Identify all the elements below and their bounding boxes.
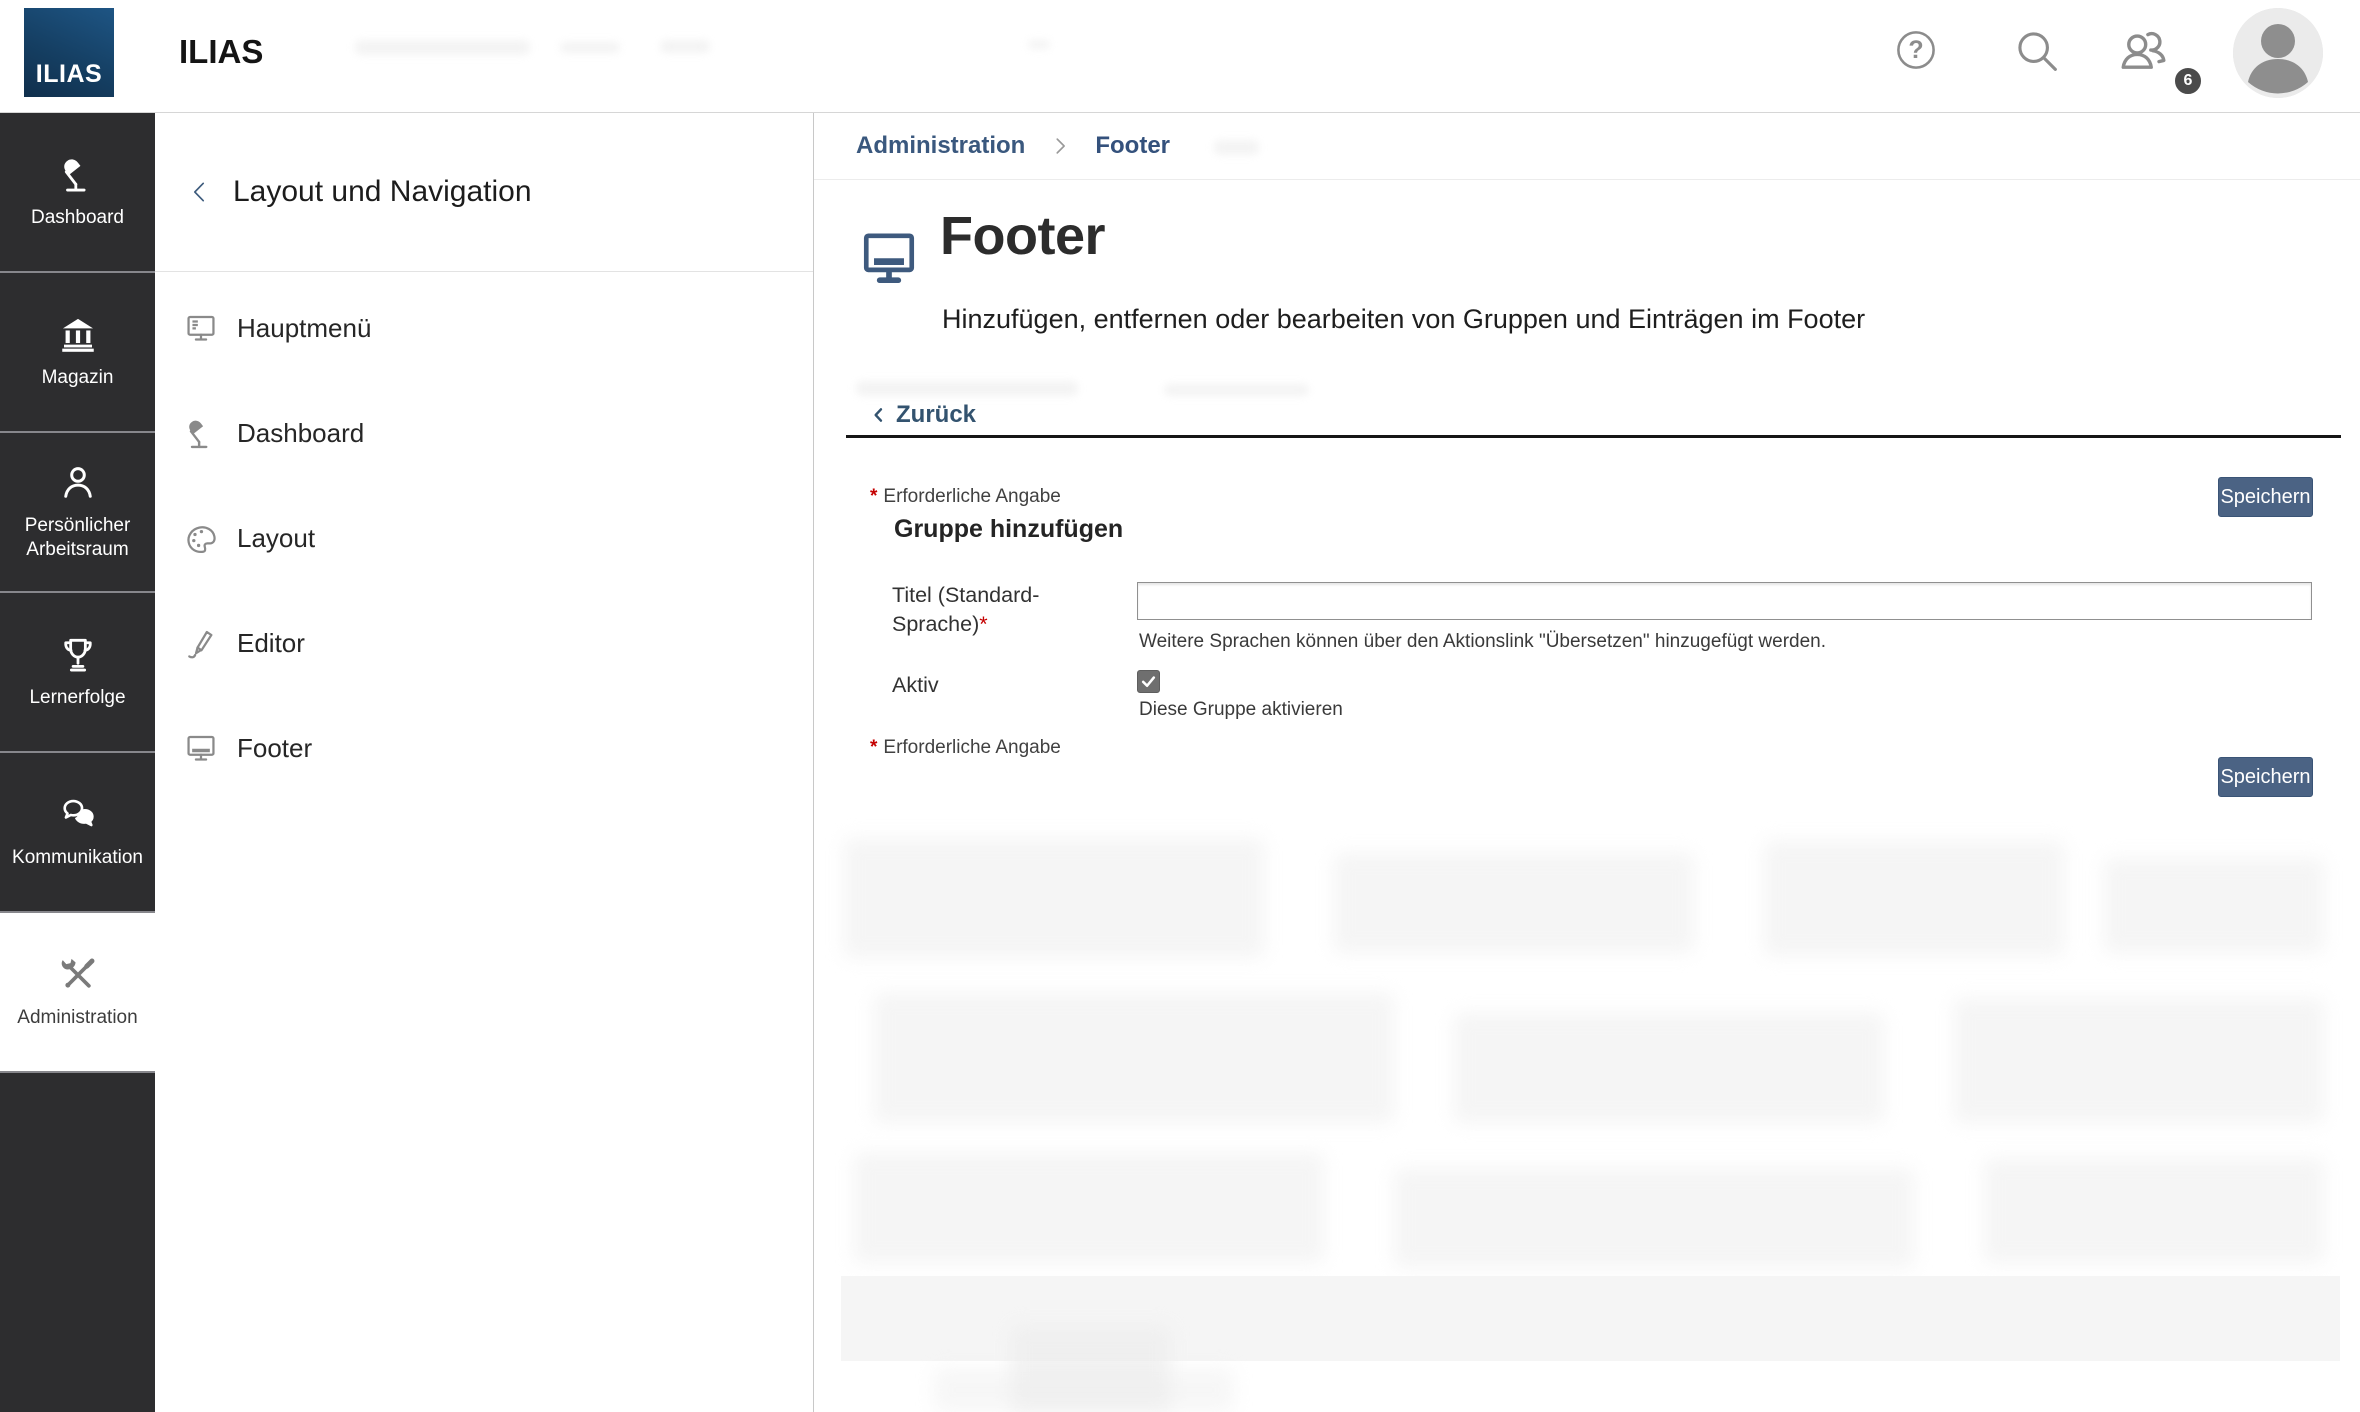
redacted-region — [1214, 140, 1259, 155]
main-content: Administration Footer Footer Hinzufügen,… — [814, 113, 2360, 1412]
ilias-logo[interactable]: ILIAS — [24, 8, 114, 97]
help-glyph: ? — [1908, 35, 1924, 64]
panel-title: Layout und Navigation — [233, 175, 532, 208]
palette-icon — [183, 521, 219, 557]
title-input[interactable] — [1137, 582, 2312, 620]
save-button-bottom[interactable]: Speichern — [2218, 757, 2313, 797]
required-note-label: Erforderliche Angabe — [883, 737, 1061, 758]
tools-icon — [57, 954, 99, 996]
person-icon — [57, 462, 99, 504]
title-field-help: Weitere Sprachen können über den Aktions… — [1139, 631, 1827, 652]
panel-item-editor[interactable]: Editor — [155, 591, 813, 696]
title-field-label-line2: Sprache)* — [892, 612, 988, 636]
panel-item-label: Footer — [237, 733, 313, 763]
main-sidebar: Dashboard Magazin Persönlicher Arbeitsra… — [0, 113, 155, 1412]
back-link-label: Zurück — [896, 401, 977, 428]
footer-page-icon — [858, 227, 920, 289]
required-note: * Erforderliche Angabe — [870, 486, 1061, 508]
required-note: * Erforderliche Angabe — [870, 737, 1061, 759]
lamp-icon — [183, 416, 219, 452]
breadcrumb-administration[interactable]: Administration — [856, 132, 1025, 160]
ilias-admin-screen: ILIAS ILIAS ? 6 Dashboard Magazin Persön… — [0, 0, 2360, 1412]
required-note-label: Erforderliche Angabe — [883, 486, 1061, 507]
sidebar-item-magazin[interactable]: Magazin — [0, 273, 155, 433]
pen-icon — [183, 626, 219, 662]
contacts-icon[interactable] — [2115, 22, 2173, 80]
required-asterisk: * — [870, 486, 878, 507]
required-asterisk: * — [979, 612, 988, 636]
redacted-region — [355, 40, 530, 55]
sidebar-item-label: Magazin — [41, 367, 114, 389]
required-asterisk: * — [870, 737, 878, 758]
panel-item-label: Editor — [237, 628, 305, 658]
sidebar-item-label: Dashboard — [31, 207, 124, 229]
panel-item-footer[interactable]: Footer — [155, 696, 813, 801]
panel-item-label: Dashboard — [237, 418, 365, 448]
sidebar-item-dashboard[interactable]: Dashboard — [0, 113, 155, 273]
back-link[interactable]: Zurück — [870, 401, 976, 429]
sidebar-item-persoenlicher-arbeitsraum[interactable]: Persönlicher Arbeitsraum — [0, 433, 155, 593]
redacted-region — [560, 42, 620, 53]
redacted-region — [660, 40, 710, 53]
help-icon[interactable]: ? — [1894, 28, 1938, 72]
sidebar-item-administration[interactable]: Administration — [0, 913, 155, 1073]
chevron-right-icon — [1049, 135, 1071, 157]
ilias-logo-text: ILIAS — [35, 60, 103, 88]
panel-item-label: Layout — [237, 523, 316, 553]
panel-item-hauptmenu[interactable]: Hauptmenü — [155, 276, 813, 381]
toolbar-divider — [846, 435, 2341, 438]
trophy-icon — [57, 634, 99, 676]
chat-icon — [57, 794, 99, 836]
breadcrumb: Administration Footer — [814, 113, 2360, 180]
form-section-title: Gruppe hinzufügen — [894, 515, 1124, 543]
page-description: Hinzufügen, entfernen oder bearbeiten vo… — [942, 304, 1866, 334]
sidebar-item-kommunikation[interactable]: Kommunikation — [0, 753, 155, 913]
title-field-label: Titel (Standard- Sprache)* — [892, 581, 1039, 639]
breadcrumb-footer: Footer — [1095, 132, 1171, 159]
lamp-icon — [57, 154, 99, 196]
chevron-left-icon — [870, 403, 887, 427]
aktiv-field-label: Aktiv — [892, 673, 939, 697]
layout-navigation-panel: Layout und Navigation Hauptmenü Dashboar… — [155, 113, 814, 1412]
page-title: Footer — [940, 206, 1106, 266]
redacted-region — [1164, 384, 1309, 396]
panel-item-layout[interactable]: Layout — [155, 486, 813, 591]
main-menu-icon — [183, 311, 219, 347]
sidebar-item-lernerfolge[interactable]: Lernerfolge — [0, 593, 155, 753]
app-title: ILIAS — [179, 33, 264, 70]
footer-icon — [183, 731, 219, 767]
panel-item-label: Hauptmenü — [237, 313, 372, 343]
title-field-label-line1: Titel (Standard- — [892, 583, 1040, 607]
notification-badge[interactable]: 6 — [2173, 66, 2203, 96]
redacted-region — [856, 381, 1078, 396]
redacted-region — [1028, 40, 1050, 49]
sidebar-item-label: Lernerfolge — [29, 687, 126, 709]
aktiv-field-help: Diese Gruppe aktivieren — [1139, 699, 1343, 720]
sidebar-item-label: Administration — [17, 1007, 138, 1029]
panel-header: Layout und Navigation — [155, 113, 813, 272]
panel-item-dashboard[interactable]: Dashboard — [155, 381, 813, 486]
bank-icon — [57, 314, 99, 356]
aktiv-checkbox[interactable] — [1137, 670, 1160, 693]
sidebar-item-label: Kommunikation — [12, 847, 143, 869]
avatar[interactable] — [2233, 8, 2323, 98]
search-icon[interactable] — [2012, 26, 2062, 76]
top-bar: ILIAS ILIAS ? 6 — [0, 0, 2360, 113]
save-button-top[interactable]: Speichern — [2218, 477, 2313, 517]
sidebar-item-label: Persönlicher Arbeitsraum — [24, 515, 131, 560]
chevron-left-icon[interactable] — [187, 177, 213, 207]
panel-items: Hauptmenü Dashboard Layout Editor Footer — [155, 272, 813, 801]
